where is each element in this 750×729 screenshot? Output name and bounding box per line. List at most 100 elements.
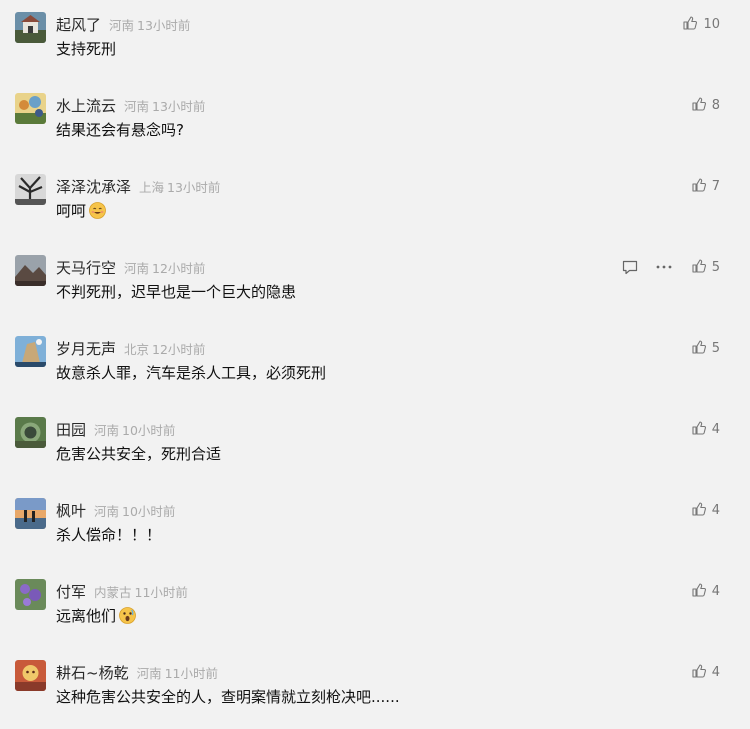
avatar[interactable]	[15, 336, 46, 367]
comment-meta: 泽泽沈承泽 上海 13小时前	[56, 174, 220, 198]
comment-item: 泽泽沈承泽 上海 13小时前 呵呵 7	[0, 162, 750, 243]
like-count: 4	[711, 664, 720, 680]
comment-content: 远离他们	[56, 607, 117, 625]
comment-text: 不判死刑，迟早也是一个巨大的隐患	[56, 281, 296, 302]
comment-meta: 耕石~杨乾 河南 11小时前	[56, 660, 218, 684]
like-count: 4	[711, 421, 720, 437]
region-label: 河南	[136, 665, 162, 681]
comment-content: 结果还会有悬念吗?	[56, 121, 184, 139]
comment-meta: 岁月无声 北京 12小时前	[56, 336, 205, 360]
timestamp: 10小时前	[122, 422, 176, 438]
reply-icon[interactable]	[622, 260, 638, 275]
comment-content: 危害公共安全，死刑合适	[56, 445, 222, 463]
like-button[interactable]: 7	[692, 175, 720, 197]
comment-item: 付军 内蒙古 11小时前 远离他们 4	[0, 567, 750, 648]
username[interactable]: 水上流云	[56, 95, 116, 116]
avatar[interactable]	[15, 255, 46, 286]
like-button[interactable]: 5	[692, 256, 720, 278]
comment-item: 天马行空 河南 12小时前 不判死刑，迟早也是一个巨大的隐患 5	[0, 243, 750, 324]
like-button[interactable]: 5	[692, 337, 720, 359]
timestamp: 13小时前	[137, 17, 191, 33]
region-label: 河南	[109, 17, 135, 33]
avatar[interactable]	[15, 12, 46, 43]
like-count: 5	[711, 340, 720, 356]
region-label: 河南	[124, 260, 150, 276]
username[interactable]: 枫叶	[56, 500, 86, 521]
comment-text: 支持死刑	[56, 38, 116, 59]
thumbs-up-icon	[692, 420, 706, 439]
thumbs-up-icon	[692, 177, 706, 196]
like-count: 5	[711, 259, 720, 275]
comment-item: 田园 河南 10小时前 危害公共安全，死刑合适 4	[0, 405, 750, 486]
timestamp: 11小时前	[134, 584, 188, 600]
comment-item: 岁月无声 北京 12小时前 故意杀人罪，汽车是杀人工具，必须死刑 5	[0, 324, 750, 405]
username[interactable]: 岁月无声	[56, 338, 116, 359]
thumbs-up-icon	[692, 339, 706, 358]
timestamp: 12小时前	[152, 341, 206, 357]
username[interactable]: 起风了	[56, 14, 101, 35]
comment-content: 呵呵	[56, 202, 87, 220]
comment-item: 水上流云 河南 13小时前 结果还会有悬念吗? 8	[0, 81, 750, 162]
like-button[interactable]: 4	[692, 580, 720, 602]
comment-list: 起风了 河南 13小时前 支持死刑 10 水上流云 河南 13小时前 结果还会有…	[0, 0, 750, 729]
username[interactable]: 付军	[56, 581, 86, 602]
timestamp: 12小时前	[152, 260, 206, 276]
comment-item: 耕石~杨乾 河南 11小时前 这种危害公共安全的人，查明案情就立刻枪决吧....…	[0, 648, 750, 729]
comment-actions	[622, 256, 672, 278]
comment-text: 故意杀人罪，汽车是杀人工具，必须死刑	[56, 362, 326, 383]
comment-text: 结果还会有悬念吗?	[56, 119, 184, 140]
comment-content: 杀人偿命！！！	[56, 526, 162, 544]
like-count: 8	[711, 97, 720, 113]
thumbs-up-icon	[692, 582, 706, 601]
like-button[interactable]: 10	[683, 13, 720, 35]
like-count: 4	[711, 583, 720, 599]
like-button[interactable]: 4	[692, 418, 720, 440]
like-count: 4	[711, 502, 720, 518]
timestamp: 13小时前	[152, 98, 206, 114]
comment-meta: 付军 内蒙古 11小时前	[56, 579, 188, 603]
region-label: 河南	[124, 98, 150, 114]
comment-meta: 水上流云 河南 13小时前	[56, 93, 205, 117]
comment-meta: 起风了 河南 13小时前	[56, 12, 190, 36]
region-label: 北京	[124, 341, 150, 357]
avatar[interactable]	[15, 660, 46, 691]
region-label: 河南	[94, 503, 120, 519]
username[interactable]: 泽泽沈承泽	[56, 176, 131, 197]
comment-meta: 田园 河南 10小时前	[56, 417, 175, 441]
shocked-emoji-icon	[119, 607, 136, 624]
thumbs-up-icon	[692, 501, 706, 520]
timestamp: 13小时前	[167, 179, 221, 195]
region-label: 河南	[94, 422, 120, 438]
comment-text: 远离他们	[56, 605, 136, 626]
timestamp: 10小时前	[122, 503, 176, 519]
thumbs-up-icon	[683, 15, 698, 34]
like-count: 10	[703, 16, 720, 32]
like-button[interactable]: 8	[692, 94, 720, 116]
thumbs-up-icon	[692, 663, 706, 682]
like-button[interactable]: 4	[692, 499, 720, 521]
username[interactable]: 天马行空	[56, 257, 116, 278]
smile-emoji-icon	[89, 202, 106, 219]
comment-content: 不判死刑，迟早也是一个巨大的隐患	[56, 283, 297, 301]
avatar[interactable]	[15, 93, 46, 124]
region-label: 上海	[139, 179, 165, 195]
comment-item: 起风了 河南 13小时前 支持死刑 10	[0, 0, 750, 81]
comment-text: 这种危害公共安全的人，查明案情就立刻枪决吧......	[56, 686, 400, 707]
like-button[interactable]: 4	[692, 661, 720, 683]
username[interactable]: 耕石~杨乾	[56, 662, 129, 683]
comment-text: 呵呵	[56, 200, 106, 221]
username[interactable]: 田园	[56, 419, 86, 440]
avatar[interactable]	[15, 174, 46, 205]
comment-content: 这种危害公共安全的人，查明案情就立刻枪决吧......	[56, 688, 400, 706]
like-count: 7	[711, 178, 720, 194]
comment-meta: 天马行空 河南 12小时前	[56, 255, 205, 279]
thumbs-up-icon	[692, 258, 706, 277]
more-icon[interactable]	[656, 265, 672, 269]
avatar[interactable]	[15, 579, 46, 610]
comment-content: 故意杀人罪，汽车是杀人工具，必须死刑	[56, 364, 327, 382]
timestamp: 11小时前	[164, 665, 218, 681]
comment-text: 杀人偿命！！！	[56, 524, 161, 545]
comment-content: 支持死刑	[56, 40, 117, 58]
avatar[interactable]	[15, 417, 46, 448]
avatar[interactable]	[15, 498, 46, 529]
